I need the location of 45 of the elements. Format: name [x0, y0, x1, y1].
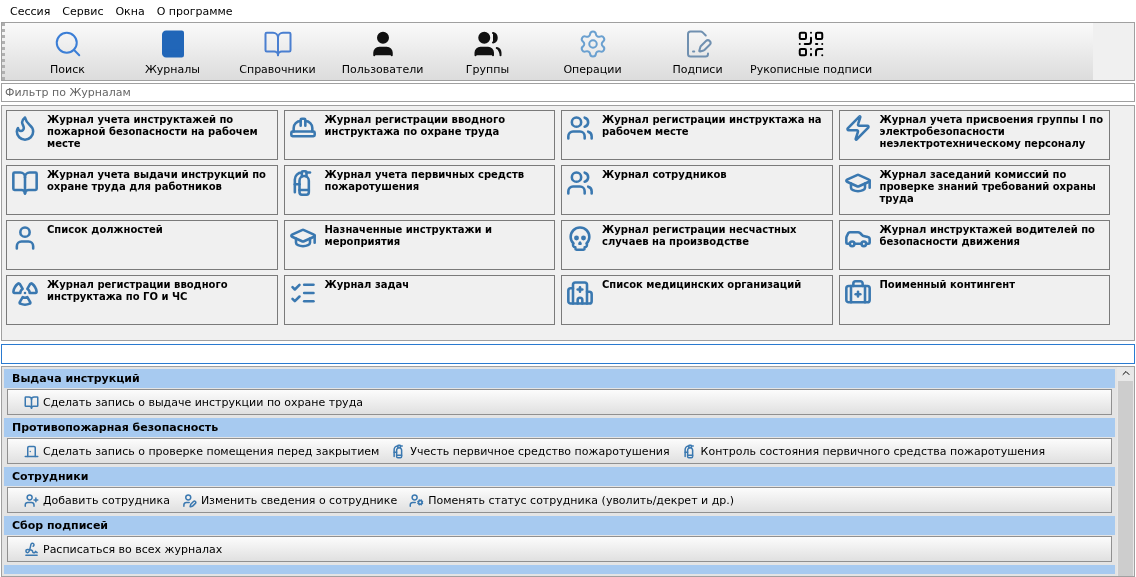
journal-tile[interactable]: Журнал учета инструктажей по пожарной безопасности на рабочем месте — [6, 110, 278, 160]
filter-field[interactable]: Фильтр по Журналам — [1, 83, 1135, 102]
journal-tile[interactable]: Журнал задач — [283, 275, 555, 325]
journal-tile[interactable]: Журнал регистрации вводного инструктажа по охране труда — [283, 110, 555, 160]
action-button[interactable]: Добавить сотрудника — [22, 492, 172, 508]
journal-tile[interactable]: Журнал заседаний комиссий по проверке знаний требований охраны труда — [838, 165, 1110, 215]
journal-tile[interactable]: Журнал регистрации несчастных случаев на производстве — [561, 220, 833, 270]
section-header: Противопожарная безопасность — [4, 418, 1115, 437]
action-button[interactable]: Сделать запись о проверке помещения перед закрытием — [22, 443, 382, 459]
menu-item[interactable]: Окна — [109, 4, 151, 18]
journal-tile[interactable]: Список должностей — [6, 220, 278, 270]
journal-tile[interactable]: Журнал регистрации вводного инструктажа по ГО и ЧС — [6, 275, 278, 325]
action-button[interactable]: Поменять статус сотрудника (уволить/декрет и др.) — [407, 492, 737, 508]
action-button[interactable]: Контроль состояния первичного средства пожаротушения — [679, 443, 1048, 459]
toolbar-button[interactable]: Группы — [435, 23, 540, 80]
journal-tile[interactable]: Назначенные инструктажи и мероприятия — [283, 220, 555, 270]
menu-item[interactable]: Сервис — [56, 4, 110, 18]
toolbar-button[interactable]: Журналы — [120, 23, 225, 80]
menu-item[interactable]: Сессия — [4, 4, 57, 18]
toolbar-button[interactable]: Поиск — [15, 23, 120, 80]
action-button[interactable]: Изменить сведения о сотруднике — [179, 492, 400, 508]
menu-item[interactable]: О программе — [150, 4, 239, 18]
toolbar-button[interactable]: Рукописные подписи — [750, 23, 873, 80]
action-button[interactable]: Расписаться во всех журналах — [22, 541, 225, 557]
toolbar-button[interactable]: Пользователи — [330, 23, 435, 80]
journal-tile[interactable]: Журнал учета первичных средств пожаротушения — [283, 165, 555, 215]
journal-tile[interactable]: Журнал учета выдачи инструкций по охране труда для работников — [6, 165, 278, 215]
journal-tile[interactable]: Журнал сотрудников — [561, 165, 833, 215]
section-header: Сбор подписей — [4, 516, 1115, 535]
section-header: Сотрудники — [4, 467, 1115, 486]
journal-tile[interactable]: Поименный контингент — [838, 275, 1110, 325]
toolbar-button[interactable]: Подписи — [645, 23, 750, 80]
action-button[interactable]: Сделать запись о выдаче инструкции по охране труда — [22, 394, 365, 410]
people-icon — [472, 29, 503, 59]
journal-tile[interactable]: Журнал учета присвоения группы I по электробезопасности неэлектротехническому персоналу — [838, 110, 1110, 160]
section-header: Выдача инструкций — [4, 369, 1115, 388]
journal-tile[interactable]: Журнал инструктажей водителей по безопасности движения — [838, 220, 1110, 270]
toolbar-button[interactable]: Справочники — [225, 23, 330, 80]
action-button[interactable]: Учесть первичное средство пожаротушения — [389, 443, 672, 459]
toolbar-button[interactable]: Операции — [540, 23, 645, 80]
scrollbar[interactable] — [1117, 367, 1134, 576]
journal-tile[interactable]: Список медицинских организаций — [561, 275, 833, 325]
command-field[interactable] — [1, 344, 1135, 364]
toolbar-end-panel — [1093, 23, 1134, 80]
journal-tile[interactable]: Журнал регистрации инструктажа на рабочем месте — [561, 110, 833, 160]
